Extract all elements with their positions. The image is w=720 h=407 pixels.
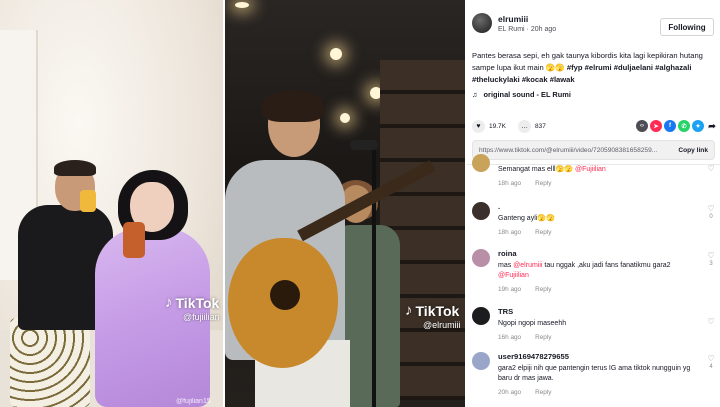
comment-count: 837 [535,122,546,130]
hashtag[interactable]: #theluckylaki [472,75,520,84]
reply-button[interactable]: Reply [535,180,551,187]
guitarist-hair [262,90,324,122]
share-icons: ‹› ➤ f ✆ ✦ ➦ [636,120,718,132]
comment-time: 16h ago [498,334,522,341]
post-caption: Pantes berasa sepi, eh gak taunya kibord… [472,50,718,86]
heart-outline-icon: ♡ [707,317,715,326]
hashtag[interactable]: #alghazali [655,63,691,72]
comment-like[interactable]: ♡ 3 [704,251,718,267]
author-display-name: EL Rumi [498,25,525,33]
comment-text: gara2 elpiji nih que pantengin terus IG … [498,365,691,382]
music-note-icon: ♫ [472,90,478,99]
whatsapp-icon[interactable]: ✆ [678,120,690,132]
heart-outline-icon: ♡ [707,354,715,363]
avatar[interactable] [472,352,490,370]
reply-button[interactable]: Reply [535,229,551,236]
mention-link[interactable]: @Fujiilian [498,272,529,279]
tiktok-watermark: ♪ TikTok @elrumiii [405,302,461,330]
mention-link[interactable]: @Fujiilian [575,166,606,173]
sound-name: original sound - EL Rumi [483,90,571,99]
copy-link-button[interactable]: Copy link [678,147,708,154]
comment-username[interactable]: roina [498,249,698,258]
hashtag[interactable]: #elrumi [585,63,612,72]
avatar[interactable] [472,249,490,267]
sound-link[interactable]: ♫ original sound - EL Rumi [472,90,571,99]
heart-outline-icon: ♡ [707,204,715,213]
comment-text: mas @elrumiii tau nggak ,aku jadi fans f… [498,262,671,279]
video-thumbnail-left[interactable]: ♪ TikTok @fujiilian @fujilian15 [0,0,223,407]
post-detail-panel: elrumiii EL Rumi · 20h ago Following Pan… [467,0,720,407]
product-bottle [123,222,145,258]
watermark-username: @elrumiii [423,320,461,330]
hashtag[interactable]: #lawak [550,75,575,84]
following-button[interactable]: Following [660,18,714,36]
comment-like-count: 0 [709,214,713,220]
microphone [350,140,378,150]
tiktok-logo-icon: ♪ [165,294,173,311]
embed-icon[interactable]: ‹› [636,120,648,132]
comment-username[interactable]: . [498,202,698,211]
product-bottle [80,190,96,212]
reply-button[interactable]: Reply [535,286,551,293]
comment-text: Ngopi ngopi maseehh [498,320,567,327]
watermark-brand: TikTok [415,302,460,319]
comment-like-count: 4 [709,364,713,370]
guitar-soundhole [270,280,300,310]
comment-time: 20h ago [498,389,522,396]
mention-link[interactable]: @elrumiii [513,262,542,269]
comment-time: 18h ago [498,180,522,187]
comment-like[interactable]: ♡ [704,317,718,326]
reply-button[interactable]: Reply [535,334,551,341]
comment-like[interactable]: ♡ [704,164,718,173]
post-url[interactable]: https://www.tiktok.com/@elrumiii/video/7… [479,147,672,154]
hashtag[interactable]: #duljaelani [614,63,653,72]
post-time: 20h ago [530,25,557,33]
watermark-username: @fujiilian [183,312,220,322]
heart-outline-icon: ♡ [707,164,715,173]
comment-text: Ganteng ayli🫣🫣 [498,215,555,222]
watermark-bottom-text: @fujilian15 [176,398,211,405]
share-arrow-icon[interactable]: ➦ [706,120,718,132]
author-username[interactable]: elrumiii [498,14,556,24]
comment-text: Semangat mas elll🫣🫣 @Fujiilian [498,166,606,173]
tiktok-watermark: ♪ TikTok @fujiilian [165,294,220,322]
comment-icon: … [518,119,531,133]
comment-like[interactable]: ♡ 4 [704,354,718,370]
heart-icon: ♥ [472,119,485,133]
author-meta: EL Rumi · 20h ago [498,25,557,33]
send-icon[interactable]: ➤ [650,120,662,132]
person-hair [54,160,96,176]
like-count: 19.7K [489,122,506,130]
avatar[interactable] [472,202,490,220]
hashtag[interactable]: #kocak [522,75,548,84]
comment-action[interactable]: … 837 [518,119,546,133]
copy-link-box: https://www.tiktok.com/@elrumiii/video/7… [472,140,715,160]
video-middle-scene: ♪ TikTok @elrumiii [225,0,465,407]
comment-username[interactable]: TRS [498,307,698,316]
comment-like-count: 3 [709,261,713,267]
comment-username[interactable]: user9169478279655 [498,352,698,361]
tiktok-logo-icon: ♪ [405,302,413,319]
hashtag[interactable]: #fyp [567,63,583,72]
comment-time: 19h ago [498,286,522,293]
comment-time: 18h ago [498,229,522,236]
twitter-icon[interactable]: ✦ [692,120,704,132]
avatar[interactable] [472,154,490,172]
avatar[interactable] [472,13,492,33]
person-pants [10,318,90,407]
post-author-header: elrumiii EL Rumi · 20h ago [472,13,556,33]
heart-outline-icon: ♡ [707,251,715,260]
action-bar: ♥ 19.7K … 837 ‹› ➤ f ✆ ✦ ➦ [472,118,718,134]
watermark-brand: TikTok [175,294,220,311]
reply-button[interactable]: Reply [535,389,551,396]
comment-like[interactable]: ♡ 0 [704,204,718,220]
facebook-icon[interactable]: f [664,120,676,132]
avatar[interactable] [472,307,490,325]
like-action[interactable]: ♥ 19.7K [472,119,506,133]
